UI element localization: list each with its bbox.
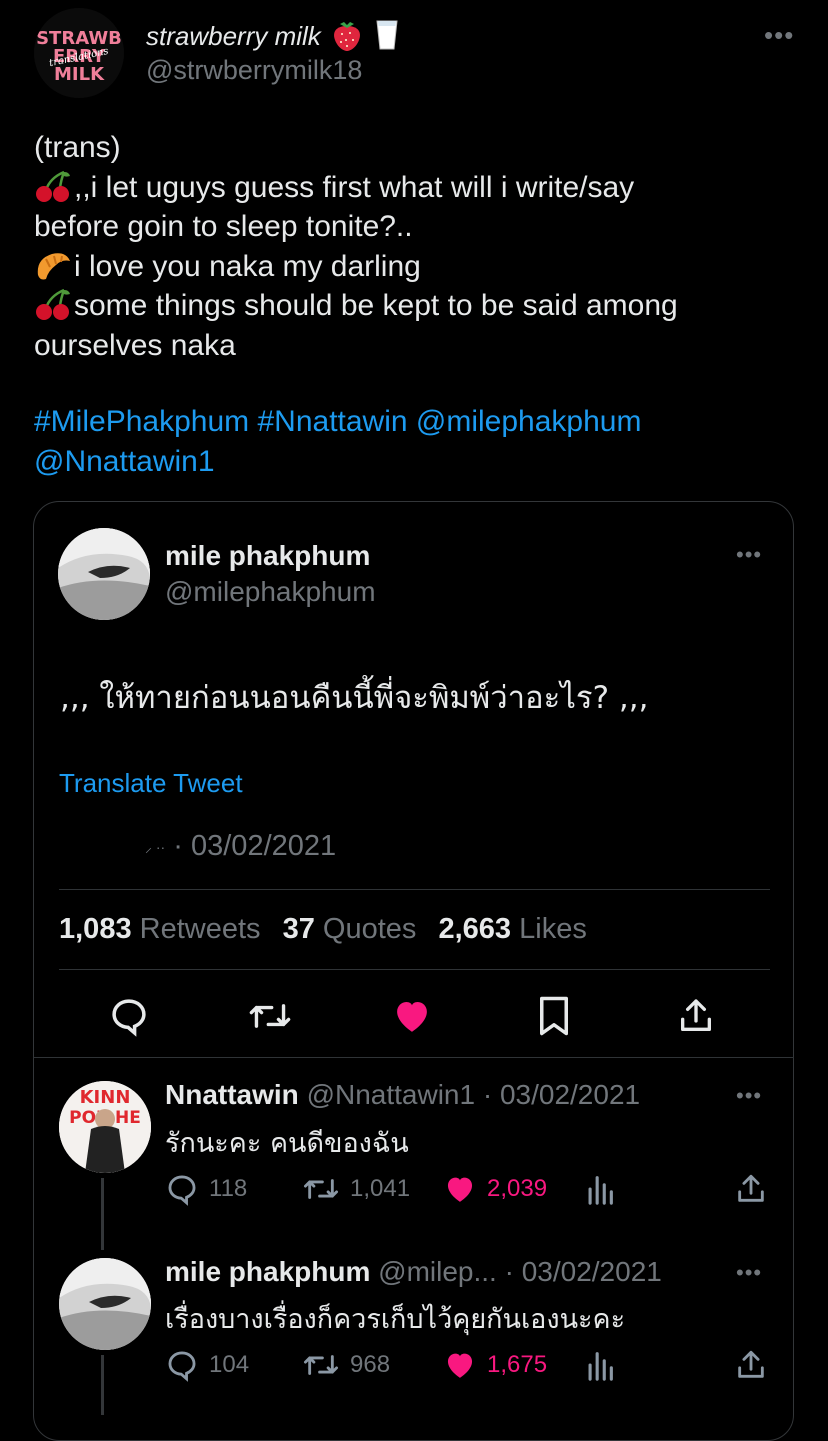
source-icon: ⸝ ·· [145,839,166,855]
analytics-button[interactable] [585,1348,615,1382]
tweet-line: some things should be kept to be said am… [34,286,794,326]
cherries-icon [36,288,70,320]
share-icon [681,999,711,1031]
divider [59,969,770,970]
quoted-author-avatar[interactable] [58,528,150,620]
reply-text: รักนะคะ คนดีของฉัน [165,1128,409,1159]
bookmark-button[interactable] [532,994,576,1038]
tweet-tags: #MilePhakphum #Nnattawin @milephakphum @… [34,402,794,482]
like-button[interactable] [390,994,434,1038]
likes-stat[interactable]: 2,663 Likes [438,913,586,945]
translate-tweet-link[interactable]: Translate Tweet [59,768,243,799]
reply-count-button[interactable]: 118 [165,1172,247,1206]
thread-line [101,1178,104,1250]
reply-author-avatar[interactable]: KINN POR HE [59,1081,151,1173]
engagement-stats: 1,083 Retweets 37 Quotes 2,663 Likes [59,913,587,946]
reply-more-options-icon[interactable]: ••• [736,1262,762,1284]
author-handle[interactable]: @strwberrymilk18 [146,55,362,86]
croissant-icon [37,252,70,279]
share-icon [738,1174,764,1202]
kinnporsche-poster-image: KINN POR HE [59,1081,151,1173]
reply-share-button[interactable] [734,1348,768,1382]
reply-icon [168,1351,196,1382]
reply-icon [168,1175,196,1206]
retweet-icon [249,1004,291,1028]
quotes-stat[interactable]: 37 Quotes [283,913,417,945]
strawberry-icon [334,22,360,51]
divider [34,1057,794,1058]
quoted-timestamp[interactable]: ⸝ ·· · 03/02/2021 [145,830,336,863]
mention-link[interactable]: @milephakphum [416,405,642,438]
retweet-button[interactable] [248,994,292,1038]
reply-count-button[interactable]: 104 [165,1348,249,1382]
share-icon [738,1350,764,1378]
tweet-line: (trans) [34,131,121,164]
reply-more-options-icon[interactable]: ••• [736,1085,762,1107]
reply-author[interactable]: Nnattawin @Nnattawin1 · 03/02/2021 [165,1079,640,1111]
cherries-icon [36,170,70,202]
portrait-image [58,528,150,620]
portrait-image [59,1258,151,1350]
divider [59,889,770,890]
retweet-count-button[interactable]: 968 [302,1348,390,1382]
svg-text:MILK: MILK [54,64,105,85]
share-button[interactable] [674,994,718,1038]
retweet-icon [303,1179,338,1199]
author-name[interactable]: strawberry milk [146,18,399,52]
retweets-stat[interactable]: 1,083 Retweets [59,913,261,945]
strawberry-milk-logo: STRAWB ERRY MILK translations [34,8,124,98]
like-count-button[interactable]: 2,039 [443,1172,547,1206]
svg-text:KINN: KINN [80,1087,131,1108]
reply-text: เรื่องบางเรื่องก็ควรเก็บไว้คุยกันเองนะคะ [165,1304,626,1335]
quoted-author-handle[interactable]: @milephakphum [165,576,376,608]
retweet-icon [303,1355,338,1375]
heart-filled-icon [447,1177,473,1202]
quoted-author-name[interactable]: mile phakphum [165,540,370,572]
bookmark-icon [540,996,568,1036]
quoted-tweet-text: ,,, ให้ทายก่อนนอนคืนนี้พี่จะพิมพ์ว่าอะไร… [60,680,649,716]
tweet-line: before goin to sleep tonite?.. [34,210,413,243]
more-options-icon[interactable]: ••• [764,22,794,48]
hashtag-link[interactable]: #MilePhakphum [34,405,249,438]
heart-filled-icon [447,1353,473,1378]
reply-author[interactable]: mile phakphum @milep... · 03/02/2021 [165,1256,662,1288]
heart-filled-icon [397,1002,427,1032]
author-avatar[interactable]: STRAWB ERRY MILK translations [34,8,124,98]
mention-link[interactable]: @Nnattawin1 [34,445,215,478]
thread-line [101,1355,104,1415]
milk-glass-icon [376,20,398,50]
like-count-button[interactable]: 1,675 [443,1348,547,1382]
reply-author-avatar[interactable] [59,1258,151,1350]
tweet-line: i love you naka my darling [34,247,794,287]
hashtag-link[interactable]: #Nnattawin [257,405,407,438]
analytics-button[interactable] [585,1172,615,1206]
tweet-line: ,,i let uguys guess first what will i wr… [34,168,794,208]
reply-icon [112,999,146,1037]
retweet-count-button[interactable]: 1,041 [302,1172,410,1206]
tweet-text: (trans) ,,i let uguys guess first what w… [34,128,794,365]
quoted-more-options-icon[interactable]: ••• [736,544,762,566]
reply-share-button[interactable] [734,1172,768,1206]
reply-button[interactable] [107,994,151,1038]
analytics-icon [588,1176,613,1205]
analytics-icon [588,1352,613,1381]
tweet-line: ourselves naka [34,328,236,362]
